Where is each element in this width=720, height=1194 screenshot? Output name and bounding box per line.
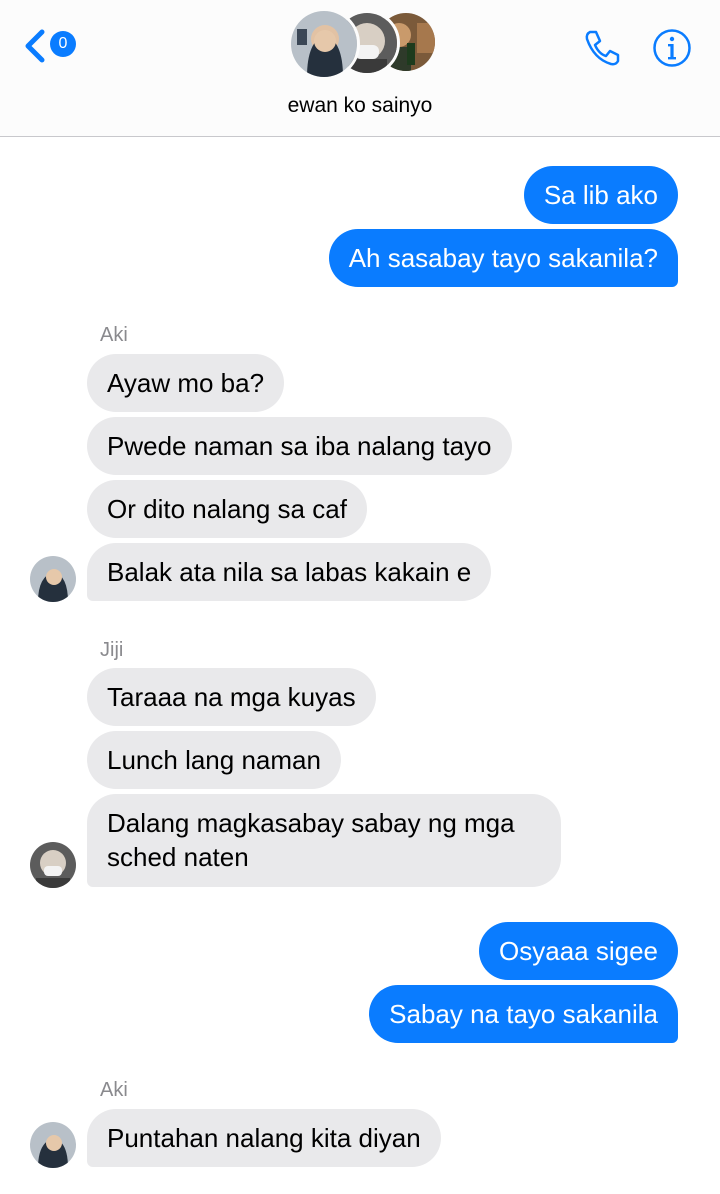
outgoing-message[interactable]: Sa lib ako xyxy=(523,166,678,224)
incoming-message[interactable]: Dalang magkasabay sabay ng mga sched nat… xyxy=(87,794,561,887)
incoming-message[interactable]: Ayaw mo ba? xyxy=(87,354,285,412)
sender-avatar[interactable] xyxy=(30,1122,76,1168)
incoming-message[interactable]: Balak ata nila sa labas kakain e xyxy=(87,543,492,601)
incoming-message[interactable]: Taraaa na mga kuyas xyxy=(87,668,376,726)
incoming-message[interactable]: Puntahan nalang kita diyan xyxy=(87,1109,441,1167)
conversation-title[interactable]: ewan ko sainyo xyxy=(0,94,720,118)
member-avatar-1 xyxy=(288,8,360,80)
phone-icon[interactable] xyxy=(582,28,622,68)
outgoing-message[interactable]: Ah sasabay tayo sakanila? xyxy=(328,229,678,287)
conversation-header: 0 ewan ko sainyo xyxy=(0,0,720,137)
sender-avatar[interactable] xyxy=(30,842,76,888)
sender-name: Aki xyxy=(100,1079,128,1101)
incoming-message[interactable]: Pwede naman sa iba nalang tayo xyxy=(87,417,512,475)
incoming-message[interactable]: Or dito nalang sa caf xyxy=(87,480,367,538)
message-line: sched naten xyxy=(107,842,249,872)
info-icon[interactable] xyxy=(652,28,692,68)
sender-name: Aki xyxy=(100,324,128,346)
group-avatars[interactable] xyxy=(288,8,438,80)
outgoing-message[interactable]: Osyaaa sigee xyxy=(479,922,678,980)
sender-name: Jiji xyxy=(100,639,124,661)
sender-avatar[interactable] xyxy=(30,556,76,602)
outgoing-message[interactable]: Sabay na tayo sakanila xyxy=(369,985,678,1043)
back-chevron-icon xyxy=(25,29,45,63)
message-line: Dalang magkasabay sabay ng mga xyxy=(107,808,515,838)
unread-count-badge: 0 xyxy=(50,31,76,57)
back-button[interactable]: 0 xyxy=(22,26,82,66)
incoming-message[interactable]: Lunch lang naman xyxy=(87,731,341,789)
